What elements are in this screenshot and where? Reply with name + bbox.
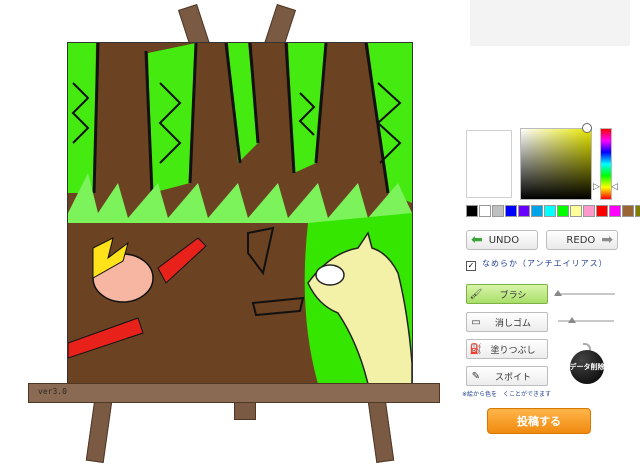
header-box [470,0,630,46]
submit-label: 投稿する [517,415,561,428]
color-swatch[interactable] [492,205,504,217]
color-swatch[interactable] [570,205,582,217]
color-swatch[interactable] [466,205,478,217]
dropper-icon: ✎ [471,370,481,382]
color-swatch[interactable] [622,205,634,217]
arrow-left-icon: ⬅ [471,232,483,248]
hue-pointer-left-icon: ▷ [593,182,600,192]
brush-size-handle[interactable] [554,290,562,296]
eraser-label: 消しゴム [494,318,531,329]
color-swatch[interactable] [609,205,621,217]
fill-tool-button[interactable]: ⛽ 塗りつぶし [466,339,548,359]
redo-label: REDO [566,234,596,246]
brush-label: ブラシ [499,290,527,301]
version-label: ver3.0 [38,387,67,396]
easel-shelf [28,383,440,403]
color-swatch[interactable] [479,205,491,217]
easel-leg-center [234,400,256,420]
hue-pointer-right-icon: ◁ [611,182,618,192]
color-swatch[interactable] [583,205,595,217]
color-swatch[interactable] [531,205,543,217]
dropper-tool-button[interactable]: ✎ スポイト [466,366,548,386]
color-swatch[interactable] [544,205,556,217]
color-palette [466,205,640,217]
eraser-size-slider[interactable] [558,320,614,322]
color-swatch[interactable] [505,205,517,217]
dropper-hint: ※絵から色を くことができます [462,391,552,398]
easel-leg-left [85,399,113,463]
easel-leg-right [367,399,395,463]
fill-label: 塗りつぶし [490,345,536,356]
color-swatch[interactable] [596,205,608,217]
eraser-tool-button[interactable]: ▭ 消しゴム [466,312,548,332]
brush-size-slider[interactable] [555,293,615,295]
eraser-icon: ▭ [471,316,481,328]
color-swatch[interactable] [557,205,569,217]
brush-icon: 🖌 [469,288,483,300]
antialias-checkbox[interactable]: ✓ [466,261,476,271]
clear-data-label: データ削除 [569,363,605,371]
drawing-canvas[interactable] [67,42,413,385]
arrow-right-icon: ➡ [601,232,613,248]
bucket-icon: ⛽ [469,343,483,355]
eraser-size-handle[interactable] [568,317,576,323]
sv-picker-handle[interactable] [582,123,592,133]
color-swatch[interactable] [635,205,640,217]
color-swatch[interactable] [518,205,530,217]
undo-button[interactable]: ⬅ UNDO [466,230,538,250]
color-preview [466,130,512,198]
drawing-artwork [68,43,412,384]
brush-tool-button[interactable]: 🖌 ブラシ [466,284,548,304]
dropper-label: スポイト [494,372,531,383]
saturation-value-picker[interactable] [520,128,592,200]
antialias-label: なめらか（アンチエイリアス） [482,259,608,268]
submit-button[interactable]: 投稿する [487,408,591,434]
redo-button[interactable]: REDO ➡ [546,230,618,250]
undo-label: UNDO [488,234,520,246]
